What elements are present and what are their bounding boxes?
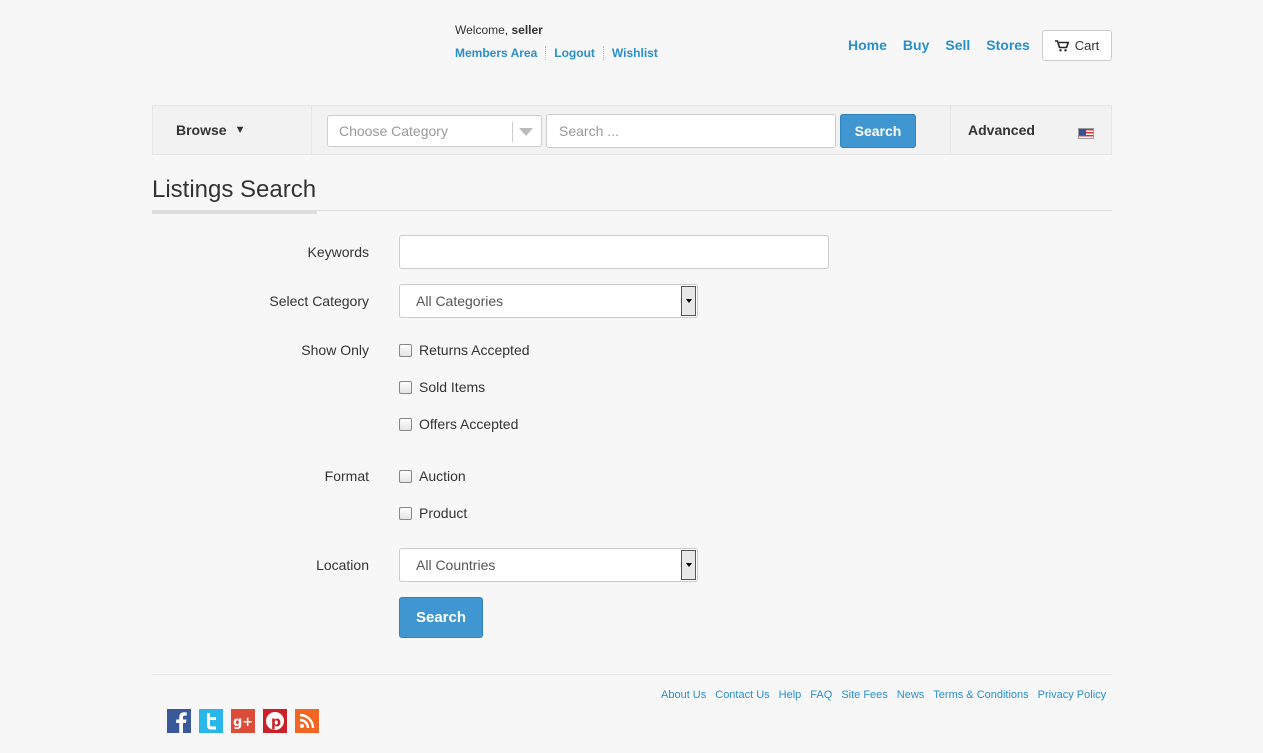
chevron-down-icon xyxy=(519,128,533,136)
facebook-icon[interactable] xyxy=(167,709,191,733)
category-label: Select Category xyxy=(269,293,369,309)
rss-icon[interactable] xyxy=(295,709,319,733)
nav-home[interactable]: Home xyxy=(848,37,887,53)
search-input[interactable]: Search ... xyxy=(546,114,836,148)
browse-dropdown[interactable]: Browse ▼ xyxy=(152,105,312,155)
checkbox-box[interactable] xyxy=(399,469,412,483)
us-flag-icon[interactable] xyxy=(1078,128,1094,139)
footer-link-privacy[interactable]: Privacy Policy xyxy=(1038,689,1106,701)
search-placeholder: Search ... xyxy=(559,123,619,139)
checkbox-box[interactable] xyxy=(399,417,412,431)
nav-buy[interactable]: Buy xyxy=(903,37,929,53)
auction-checkbox[interactable]: Auction xyxy=(399,468,466,484)
nav-stores[interactable]: Stores xyxy=(986,37,1030,53)
category-dropdown[interactable]: All Categories xyxy=(399,284,698,318)
svg-text:p: p xyxy=(271,715,281,731)
cart-button[interactable]: Cart xyxy=(1042,30,1112,61)
footer-links: About Us Contact Us Help FAQ Site Fees N… xyxy=(661,689,1115,701)
welcome-prefix: Welcome, xyxy=(455,23,509,37)
twitter-icon[interactable] xyxy=(199,709,223,733)
checkbox-box[interactable] xyxy=(399,343,412,357)
checkbox-label: Product xyxy=(419,505,468,521)
footer-link-help[interactable]: Help xyxy=(779,689,802,701)
footer-link-about[interactable]: About Us xyxy=(661,689,706,701)
cart-icon xyxy=(1054,39,1069,51)
footer-divider xyxy=(152,674,1112,675)
main-nav: Home Buy Sell Stores xyxy=(848,37,1046,53)
sold-items-checkbox[interactable]: Sold Items xyxy=(399,379,485,395)
cart-label: Cart xyxy=(1074,38,1100,53)
footer-link-news[interactable]: News xyxy=(897,689,925,701)
footer-link-faq[interactable]: FAQ xyxy=(810,689,832,701)
offers-accepted-checkbox[interactable]: Offers Accepted xyxy=(399,416,518,432)
returns-accepted-checkbox[interactable]: Returns Accepted xyxy=(399,342,530,358)
show-only-label: Show Only xyxy=(301,342,369,358)
members-area-link[interactable]: Members Area xyxy=(455,46,547,60)
search-submit-button[interactable]: Search xyxy=(399,597,483,638)
username: seller xyxy=(511,23,543,37)
title-underline xyxy=(152,210,317,214)
member-links: Members Area Logout Wishlist xyxy=(455,46,674,60)
top-search-button[interactable]: Search xyxy=(840,114,916,148)
welcome-text: Welcome, seller xyxy=(455,23,543,37)
footer-link-contact[interactable]: Contact Us xyxy=(715,689,769,701)
checkbox-box[interactable] xyxy=(399,506,412,520)
dropdown-arrow-icon xyxy=(681,286,696,316)
checkbox-label: Offers Accepted xyxy=(419,416,519,432)
category-placeholder: Choose Category xyxy=(339,123,448,139)
checkbox-label: Returns Accepted xyxy=(419,342,530,358)
google-plus-icon[interactable]: g+ xyxy=(231,709,255,733)
pinterest-icon[interactable]: p xyxy=(263,709,287,733)
location-label: Location xyxy=(316,557,369,573)
category-value: All Categories xyxy=(416,293,504,309)
location-value: All Countries xyxy=(416,557,496,573)
wishlist-link[interactable]: Wishlist xyxy=(612,46,666,60)
flag-canton xyxy=(1079,129,1086,135)
page-title: Listings Search xyxy=(152,176,317,203)
format-label: Format xyxy=(324,468,369,484)
product-checkbox[interactable]: Product xyxy=(399,505,467,521)
keywords-input[interactable] xyxy=(399,235,829,269)
keywords-label: Keywords xyxy=(307,244,369,260)
svg-text:g+: g+ xyxy=(233,715,253,730)
logout-link[interactable]: Logout xyxy=(554,46,604,60)
category-select[interactable]: Choose Category xyxy=(327,115,542,147)
checkbox-box[interactable] xyxy=(399,380,412,394)
checkbox-label: Sold Items xyxy=(419,379,486,395)
caret-down-icon: ▼ xyxy=(234,124,246,136)
select-divider xyxy=(512,122,513,142)
footer-link-site-fees[interactable]: Site Fees xyxy=(841,689,887,701)
nav-sell[interactable]: Sell xyxy=(945,37,970,53)
advanced-label: Advanced xyxy=(968,122,1035,138)
footer-link-terms[interactable]: Terms & Conditions xyxy=(933,689,1028,701)
browse-label: Browse xyxy=(176,122,227,138)
checkbox-label: Auction xyxy=(419,468,466,484)
dropdown-arrow-icon xyxy=(681,550,696,580)
location-dropdown[interactable]: All Countries xyxy=(399,548,698,582)
